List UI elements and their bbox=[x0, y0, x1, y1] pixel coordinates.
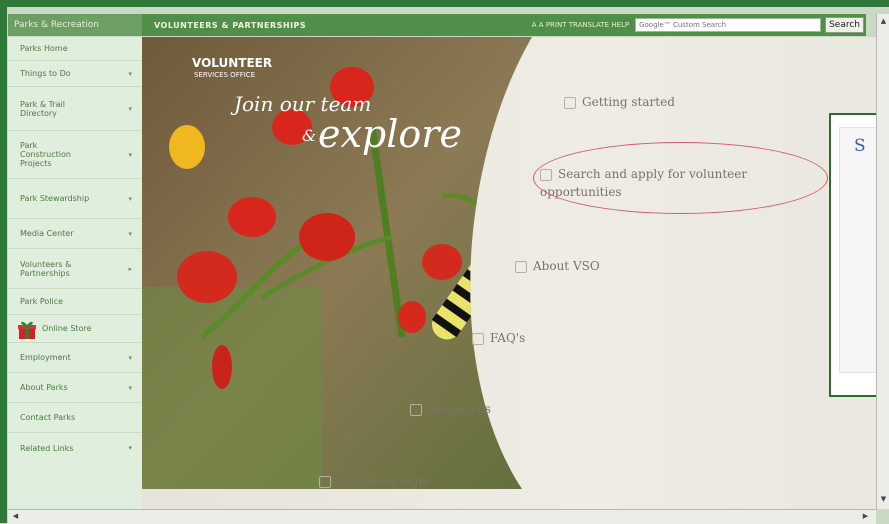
sidebar-item-label: Park & Trail Directory bbox=[20, 99, 65, 118]
scroll-right-icon[interactable]: ▶ bbox=[860, 511, 871, 522]
sidebar-item-park-construction-projects[interactable]: Park Construction Projects ▾ bbox=[8, 131, 142, 179]
sidebar-item-things-to-do[interactable]: Things to Do ▾ bbox=[8, 61, 142, 87]
chevron-down-icon: ▾ bbox=[128, 229, 132, 238]
link-bullet-icon bbox=[564, 96, 576, 109]
chevron-down-icon: ▾ bbox=[128, 353, 132, 362]
sidebar-item-volunteers-partnerships[interactable]: Volunteers & Partnerships ▸ bbox=[8, 249, 142, 289]
link-getting-started[interactable]: Getting started bbox=[564, 95, 675, 109]
gift-icon bbox=[16, 318, 38, 340]
link-faqs[interactable]: FAQ's bbox=[472, 331, 525, 345]
chevron-down-icon: ▾ bbox=[128, 194, 132, 203]
sidebar-item-label: Media Center bbox=[20, 229, 74, 238]
logo-text: VOLUNTEER bbox=[192, 56, 272, 70]
link-volunteer-login[interactable]: Volunteer login bbox=[319, 474, 430, 488]
tagline-amp: & bbox=[302, 126, 316, 145]
sidebar-item-media-center[interactable]: Media Center ▾ bbox=[8, 219, 142, 249]
highlight-oval bbox=[533, 142, 828, 214]
sidebar-nav: Parks Home Things to Do ▾ Park & Trail Di… bbox=[8, 37, 143, 509]
link-bullet-icon bbox=[410, 403, 422, 416]
sidebar-item-label: Contact Parks bbox=[20, 413, 76, 422]
sidebar-item-label: About Parks bbox=[20, 383, 68, 392]
sidebar-item-about-parks[interactable]: About Parks ▾ bbox=[8, 373, 142, 403]
sidebar-item-label: Employment bbox=[20, 353, 71, 362]
horizontal-scrollbar[interactable]: ◀ ▶ bbox=[8, 509, 876, 524]
sidebar-item-park-trail-directory[interactable]: Park & Trail Directory ▾ bbox=[8, 87, 142, 131]
link-bullet-icon bbox=[515, 260, 527, 273]
vertical-scrollbar[interactable]: ▲ ▼ bbox=[876, 14, 889, 509]
hero-flower-caterpillar-image: VOLUNTEER SERVICES OFFICE Join our team … bbox=[142, 37, 532, 489]
sidebar-item-label: Parks Home bbox=[20, 44, 68, 53]
sidebar-item-label: Volunteers & Partnerships bbox=[20, 259, 72, 278]
chevron-down-icon: ▾ bbox=[128, 104, 132, 113]
sidebar-item-label: Online Store bbox=[42, 324, 92, 333]
scroll-down-icon[interactable]: ▼ bbox=[878, 494, 889, 505]
tagline-big: explore bbox=[318, 112, 462, 156]
sidebar-item-contact-parks[interactable]: Contact Parks bbox=[8, 403, 142, 433]
section-title: VOLUNTEERS & PARTNERSHIPS bbox=[154, 20, 307, 30]
sidebar-item-label: Park Stewardship bbox=[20, 194, 90, 203]
search-input[interactable] bbox=[635, 18, 822, 32]
sidebar-item-parks-home[interactable]: Parks Home bbox=[8, 37, 142, 61]
sidebar-item-label: Park Construction Projects bbox=[20, 141, 71, 168]
sidebar-item-park-police[interactable]: Park Police bbox=[8, 289, 142, 315]
chevron-down-icon: ▾ bbox=[128, 444, 132, 452]
top-navigation-bar: Parks & Recreation VOLUNTEERS & PARTNERS… bbox=[8, 14, 866, 36]
sidebar-item-related-links[interactable]: Related Links ▾ bbox=[8, 433, 142, 463]
site-label[interactable]: Parks & Recreation bbox=[8, 14, 142, 36]
link-resources[interactable]: Resources bbox=[410, 402, 491, 416]
sidebar-item-label: Things to Do bbox=[20, 69, 71, 78]
link-about-vso[interactable]: About VSO bbox=[515, 259, 600, 273]
main-content: VOLUNTEER SERVICES OFFICE Join our team … bbox=[142, 37, 882, 509]
link-bullet-icon bbox=[319, 475, 331, 488]
scroll-left-icon[interactable]: ◀ bbox=[10, 511, 21, 522]
chevron-down-icon: ▾ bbox=[128, 150, 132, 159]
chevron-down-icon: ▾ bbox=[128, 383, 132, 392]
chevron-down-icon: ▾ bbox=[128, 69, 132, 78]
logo-subtext: SERVICES OFFICE bbox=[194, 71, 255, 79]
sidebar-item-park-stewardship[interactable]: Park Stewardship ▾ bbox=[8, 179, 142, 219]
sidebar-item-online-store[interactable]: Online Store bbox=[8, 315, 142, 343]
sidebar-item-label: Related Links bbox=[20, 443, 74, 453]
sidebar-item-employment[interactable]: Employment ▾ bbox=[8, 343, 142, 373]
search-button[interactable]: Search bbox=[825, 17, 864, 33]
link-bullet-icon bbox=[472, 332, 484, 345]
scroll-up-icon[interactable]: ▲ bbox=[878, 16, 889, 27]
chevron-right-icon: ▸ bbox=[128, 264, 132, 273]
sidebar-item-label: Park Police bbox=[20, 297, 64, 306]
popup-heading-letter: S bbox=[854, 136, 866, 156]
page-tools[interactable]: A A PRINT TRANSLATE HELP bbox=[532, 21, 629, 29]
